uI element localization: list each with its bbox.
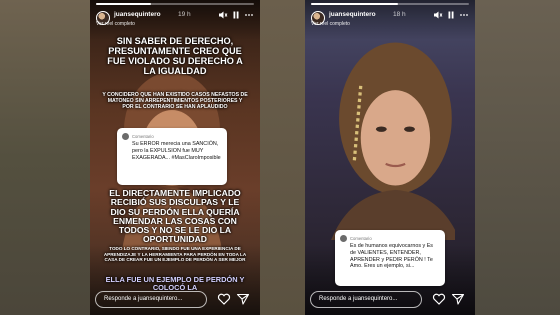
comment-sticker[interactable]: Comentario Su ERROR merecia una SANCIÓN,… [117, 128, 227, 185]
post-time: 19 h [178, 11, 191, 18]
pause-icon[interactable] [446, 10, 456, 20]
comment-header: Comentario [350, 236, 372, 241]
overlay-text-3: EL DIRECTAMENTE IMPLICADO RECIBIÓ SUS DI… [109, 188, 241, 245]
username[interactable]: juansequintero [114, 11, 161, 18]
blurred-background-middle [260, 0, 305, 315]
overlay-text-4: TODO LO CONTRARIO, SIENDO FUE UNA EXPERI… [103, 246, 247, 262]
overlay-text-5: ELLA FUE UN EJEMPLO DE PERDÓN Y COLOCÓ L… [105, 275, 245, 292]
story-panel-left[interactable]: juansequintero 19 h Ver reel completo SI… [90, 0, 260, 315]
send-icon[interactable] [451, 292, 465, 306]
see-full-reel-link[interactable]: Ver reel completo [96, 21, 135, 27]
mute-icon[interactable] [433, 10, 443, 20]
comment-header: Comentario [132, 134, 154, 139]
pause-icon[interactable] [231, 10, 241, 20]
username[interactable]: juansequintero [329, 11, 376, 18]
story-progress-bar [96, 3, 254, 5]
story-footer: Responde a juansequintero... [90, 291, 260, 309]
story-progress-fill [311, 3, 398, 5]
overlay-text-1: SIN SABER DE DERECHO, PRESUNTAMENTE CREO… [107, 36, 243, 76]
overlay-text-2: Y CONCIDERO QUE HAN EXISTIDO CASOS NEFAS… [102, 92, 248, 111]
more-icon[interactable] [244, 10, 254, 20]
commenter-avatar [122, 133, 129, 140]
reply-input[interactable]: Responde a juansequintero... [95, 291, 207, 308]
story-panel-right[interactable]: juansequintero 18 h Ver reel completo Co… [305, 0, 475, 315]
story-footer: Responde a juansequintero... [305, 291, 475, 309]
more-icon[interactable] [459, 10, 469, 20]
reply-input[interactable]: Responde a juansequintero... [310, 291, 422, 308]
commenter-avatar [340, 235, 347, 242]
heart-icon[interactable] [217, 292, 231, 306]
heart-icon[interactable] [432, 292, 446, 306]
comment-text: Es de humanos equivocarnos y Es de VALIE… [350, 243, 434, 270]
send-icon[interactable] [236, 292, 250, 306]
story-header: juansequintero 18 h Ver reel completo [311, 9, 469, 33]
story-header: juansequintero 19 h Ver reel completo [96, 9, 254, 33]
comment-text: Su ERROR merecia una SANCIÓN, pero la EX… [132, 141, 221, 161]
post-time: 18 h [393, 11, 406, 18]
person-photo [331, 42, 455, 240]
blurred-background-left [0, 0, 90, 315]
story-progress-bar [311, 3, 469, 5]
see-full-reel-link[interactable]: Ver reel completo [311, 21, 350, 27]
story-progress-fill [96, 3, 152, 5]
blurred-background-right [475, 0, 560, 315]
mute-icon[interactable] [218, 10, 228, 20]
comment-sticker[interactable]: Comentario Es de humanos equivocarnos y … [335, 230, 445, 286]
